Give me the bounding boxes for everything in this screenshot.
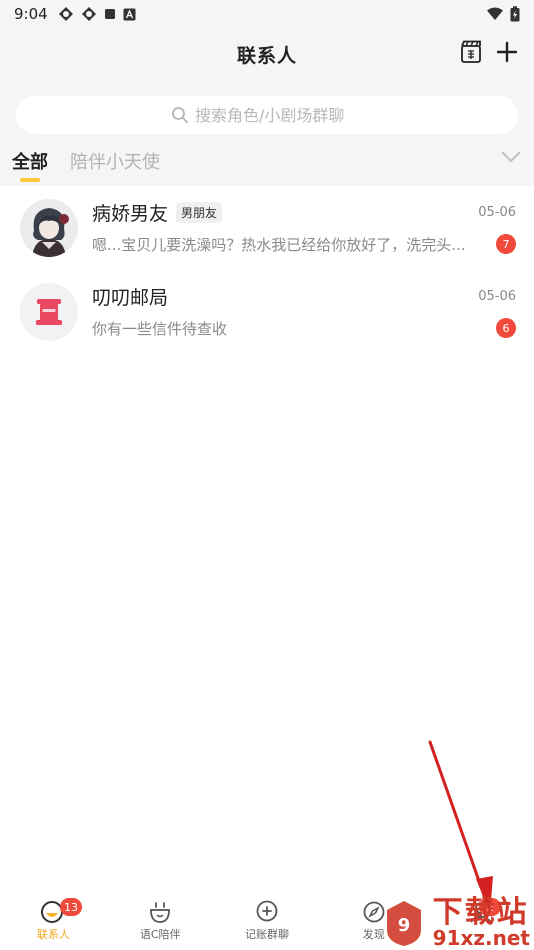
- nav-badge: 13: [60, 898, 82, 916]
- a-notification-icon: [123, 8, 136, 20]
- contact-list: 病娇男友 男朋友 05-06 嗯...宝贝儿要洗澡吗？热水我已经给你放好了，洗完…: [0, 186, 534, 354]
- app-notification-icon: [81, 7, 96, 21]
- watermark-big-text: 下载站: [432, 895, 529, 930]
- chevron-down-icon[interactable]: [500, 150, 522, 164]
- contact-line2: 你有一些信件待查收 6: [92, 314, 516, 342]
- unread-badge: 6: [496, 318, 516, 338]
- nav-contacts[interactable]: 13 联系人: [0, 888, 107, 950]
- tabs-bar: 全部 陪伴小天使: [0, 136, 534, 186]
- unread-badge: 7: [496, 234, 516, 254]
- nav-label: 语C陪伴: [139, 928, 181, 941]
- status-notification-icons: [58, 6, 136, 22]
- watermark: 9 下载站 91xz.net: [381, 898, 530, 948]
- avatar: [20, 199, 78, 257]
- status-bar: 9:04: [0, 0, 534, 28]
- svg-text:9: 9: [397, 915, 410, 936]
- avatar: [20, 283, 78, 341]
- tab-active-indicator: [20, 178, 40, 182]
- message-preview: 你有一些信件待查收: [92, 319, 228, 338]
- tab-all[interactable]: 全部: [12, 148, 48, 186]
- theater-clapboard-icon[interactable]: [460, 40, 482, 64]
- watermark-url: 91xz.net: [432, 926, 530, 950]
- search-bar[interactable]: [16, 96, 518, 134]
- tab-label: 全部: [12, 152, 48, 173]
- add-icon[interactable]: [496, 41, 518, 63]
- contact-line1: 病娇男友 男朋友 05-06: [92, 198, 516, 226]
- character-avatar-icon: [20, 199, 78, 257]
- tab-companion-angel[interactable]: 陪伴小天使: [70, 148, 160, 186]
- wifi-icon: [487, 7, 503, 20]
- search-section: [0, 80, 534, 136]
- square-notification-icon: [104, 9, 115, 19]
- companion-icon: [150, 902, 171, 923]
- group-chat-icon: [256, 900, 278, 922]
- relationship-tag: 男朋友: [176, 201, 223, 223]
- header-actions: [460, 40, 518, 64]
- mailbox-icon: [20, 283, 78, 341]
- nav-label: 联系人: [36, 928, 70, 941]
- contact-line1: 叨叨邮局 05-06: [92, 282, 516, 310]
- contact-row[interactable]: 病娇男友 男朋友 05-06 嗯...宝贝儿要洗澡吗？热水我已经给你放好了，洗完…: [0, 186, 534, 270]
- watermark-text: 下载站 91xz.net: [432, 895, 530, 950]
- message-preview: 嗯...宝贝儿要洗澡吗？热水我已经给你放好了，洗完头...: [92, 235, 466, 254]
- contact-body: 叨叨邮局 05-06 你有一些信件待查收 6: [92, 282, 516, 342]
- page-title: 联系人: [236, 44, 297, 67]
- battery-icon: [510, 6, 520, 22]
- watermark-logo-icon: 9: [386, 901, 421, 946]
- status-time: 9:04: [14, 5, 48, 23]
- status-right: [486, 6, 520, 22]
- search-input[interactable]: [195, 105, 363, 125]
- message-date: 05-06: [478, 288, 516, 304]
- top-header: 联系人: [0, 28, 534, 80]
- contact-name: 病娇男友: [92, 202, 169, 225]
- contact-body: 病娇男友 男朋友 05-06 嗯...宝贝儿要洗澡吗？热水我已经给你放好了，洗完…: [92, 198, 516, 258]
- search-icon: [172, 107, 188, 123]
- contact-row[interactable]: 叨叨邮局 05-06 你有一些信件待查收 6: [0, 270, 534, 354]
- app-notification-icon: [58, 7, 73, 21]
- tab-label: 陪伴小天使: [70, 152, 160, 173]
- contact-line2: 嗯...宝贝儿要洗澡吗？热水我已经给你放好了，洗完头... 7: [92, 230, 516, 258]
- contact-name: 叨叨邮局: [92, 286, 169, 309]
- nav-label: 记账群聊: [244, 928, 289, 941]
- message-date: 05-06: [478, 204, 516, 220]
- nav-companion[interactable]: 语C陪伴: [107, 888, 214, 950]
- nav-group-chat[interactable]: 记账群聊: [214, 888, 321, 950]
